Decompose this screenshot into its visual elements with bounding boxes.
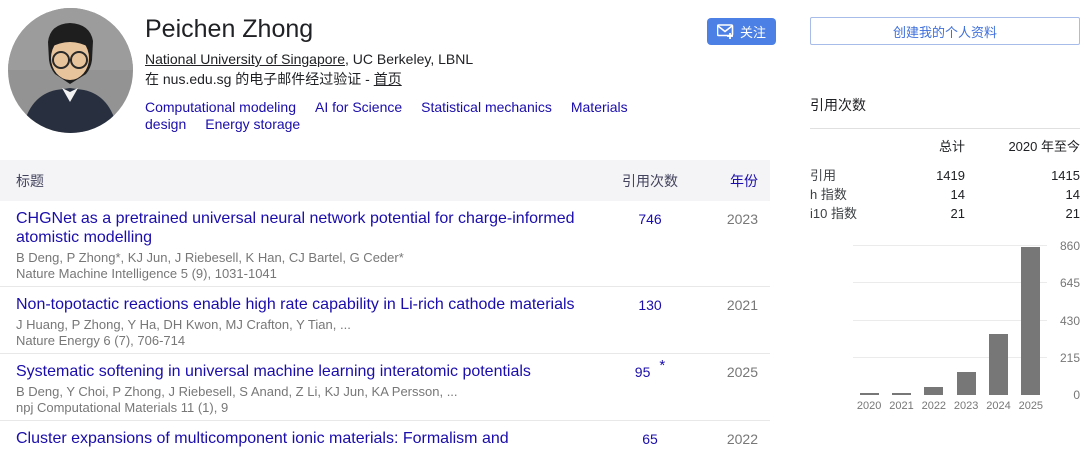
scholar-profile-page: Peichen Zhong National University of Sin… <box>0 0 1080 450</box>
cited-by-row-since: 14 <box>965 185 1080 204</box>
cited-by-row: 引用14191415 <box>810 166 1080 185</box>
verified-text: 在 nus.edu.sg 的电子邮件经过验证 - <box>145 71 374 87</box>
cited-by-row-label: i10 指数 <box>810 204 890 223</box>
cited-by-col-all: 总计 <box>890 137 965 156</box>
cited-by-row-label: 引用 <box>810 166 890 185</box>
publications-rows: CHGNet as a pretrained universal neural … <box>0 201 770 450</box>
paper-cited-by: 95* <box>600 362 700 416</box>
paper-title-link[interactable]: CHGNet as a pretrained universal neural … <box>16 209 600 247</box>
affiliation-link[interactable]: National University of Singapore <box>145 51 345 67</box>
interest-link-1[interactable]: AI for Science <box>315 99 402 115</box>
chart-plot-area <box>853 246 1047 395</box>
chart-gridline <box>853 320 1047 321</box>
chart-bar-2023[interactable] <box>957 372 976 395</box>
paper-star-icon: * <box>659 357 665 374</box>
profile-name: Peichen Zhong <box>145 14 695 44</box>
cited-by-row: i10 指数2121 <box>810 204 1080 223</box>
homepage-link[interactable]: 首页 <box>374 71 402 87</box>
cited-by-header-row: 总计 2020 年至今 <box>810 137 1080 156</box>
cited-by-row: h 指数1414 <box>810 185 1080 204</box>
cited-by-row-all: 21 <box>890 204 965 223</box>
cited-by-row-all: 1419 <box>890 166 965 185</box>
paper-main: Non-topotactic reactions enable high rat… <box>0 295 600 349</box>
chart-bar-2021[interactable] <box>892 393 911 395</box>
avatar[interactable] <box>8 8 133 133</box>
paper-main: CHGNet as a pretrained universal neural … <box>0 209 600 282</box>
affiliation: National University of Singapore, UC Ber… <box>145 50 695 68</box>
chart-gridline <box>853 245 1047 246</box>
paper-cited-by-link[interactable]: 65 <box>642 431 658 447</box>
chart-bar-2022[interactable] <box>924 387 943 395</box>
paper-title-link[interactable]: Cluster expansions of multicomponent ion… <box>16 429 600 450</box>
follow-button[interactable]: 关注 <box>707 18 776 45</box>
citations-histogram: 0 215 430 645 860 202020212022202320242025 <box>853 242 1080 417</box>
cited-by-title[interactable]: 引用次数 <box>810 95 1080 115</box>
paper-cited-by: 130 <box>600 295 700 349</box>
paper-cited-by: 65 <box>600 429 700 450</box>
paper-title-link[interactable]: Non-topotactic reactions enable high rat… <box>16 295 600 314</box>
paper-row: Systematic softening in universal machin… <box>0 354 770 421</box>
paper-authors: J Huang, P Zhong, Y Ha, DH Kwon, MJ Craf… <box>16 317 600 333</box>
mail-plus-icon <box>717 24 734 39</box>
affiliation-rest: , UC Berkeley, LBNL <box>345 51 473 67</box>
chart-y-tick-label: 430 <box>1050 314 1080 328</box>
cited-by-row-since: 21 <box>965 204 1080 223</box>
paper-row: Cluster expansions of multicomponent ion… <box>0 421 770 450</box>
paper-year: 2021 <box>700 295 770 349</box>
cited-by-table: 总计 2020 年至今 引用14191415h 指数1414i10 指数2121 <box>810 128 1080 223</box>
paper-main: Cluster expansions of multicomponent ion… <box>0 429 600 450</box>
avatar-photo <box>8 8 133 133</box>
interest-link-0[interactable]: Computational modeling <box>145 99 296 115</box>
paper-cited-by: 746 <box>600 209 700 282</box>
chart-x-tick-label: 2022 <box>918 400 950 412</box>
chart-x-tick-label: 2023 <box>950 400 982 412</box>
profile-info: Peichen Zhong National University of Sin… <box>145 14 695 133</box>
publications-table-header: 标题 引用次数 年份 <box>0 160 770 201</box>
column-header-year[interactable]: 年份 <box>700 171 770 191</box>
paper-year: 2022 <box>700 429 770 450</box>
paper-authors: B Deng, Y Choi, P Zhong, J Riebesell, S … <box>16 384 600 400</box>
chart-x-tick-label: 2024 <box>983 400 1015 412</box>
chart-gridline <box>853 282 1047 283</box>
paper-cited-by-link[interactable]: 95 <box>635 364 651 380</box>
column-header-title: 标题 <box>0 171 600 191</box>
follow-button-label: 关注 <box>740 22 766 41</box>
chart-bar-2025[interactable] <box>1021 247 1040 395</box>
paper-cited-by-link[interactable]: 130 <box>638 297 661 313</box>
paper-venue: Nature Machine Intelligence 5 (9), 1031-… <box>16 266 600 282</box>
cited-by-row-all: 14 <box>890 185 965 204</box>
chart-bar-2024[interactable] <box>989 334 1008 395</box>
paper-title-link[interactable]: Systematic softening in universal machin… <box>16 362 600 381</box>
chart-y-tick-label: 215 <box>1050 351 1080 365</box>
publications-table: 标题 引用次数 年份 CHGNet as a pretrained univer… <box>0 160 770 450</box>
chart-bar-2020[interactable] <box>860 393 879 395</box>
interest-link-2[interactable]: Statistical mechanics <box>421 99 552 115</box>
cited-by-rows: 引用14191415h 指数1414i10 指数2121 <box>810 166 1080 223</box>
cited-by-panel: 引用次数 总计 2020 年至今 引用14191415h 指数1414i10 指… <box>810 95 1080 223</box>
cited-by-row-label: h 指数 <box>810 185 890 204</box>
paper-row: Non-topotactic reactions enable high rat… <box>0 287 770 354</box>
paper-cited-by-link[interactable]: 746 <box>638 211 661 227</box>
chart-y-tick-label: 645 <box>1050 276 1080 290</box>
chart-y-tick-label: 860 <box>1050 239 1080 253</box>
paper-year: 2023 <box>700 209 770 282</box>
cited-by-row-since: 1415 <box>965 166 1080 185</box>
column-header-cited-by[interactable]: 引用次数 <box>600 171 700 191</box>
paper-year: 2025 <box>700 362 770 416</box>
create-profile-button[interactable]: 创建我的个人资料 <box>810 17 1080 45</box>
paper-authors: B Deng, P Zhong*, KJ Jun, J Riebesell, K… <box>16 250 600 266</box>
paper-main: Systematic softening in universal machin… <box>0 362 600 416</box>
chart-gridline <box>853 357 1047 358</box>
interests-list: Computational modeling AI for Science Stat… <box>145 99 695 133</box>
interest-link-4[interactable]: Energy storage <box>205 116 300 132</box>
chart-x-tick-label: 2020 <box>853 400 885 412</box>
chart-x-tick-label: 2021 <box>886 400 918 412</box>
paper-row: CHGNet as a pretrained universal neural … <box>0 201 770 287</box>
cited-by-col-since: 2020 年至今 <box>965 137 1080 156</box>
paper-venue: Nature Energy 6 (7), 706-714 <box>16 333 600 349</box>
chart-y-tick-label: 0 <box>1050 388 1080 402</box>
verified-email: 在 nus.edu.sg 的电子邮件经过验证 - 首页 <box>145 70 695 88</box>
paper-venue: npj Computational Materials 11 (1), 9 <box>16 400 600 416</box>
chart-x-tick-label: 2025 <box>1015 400 1047 412</box>
